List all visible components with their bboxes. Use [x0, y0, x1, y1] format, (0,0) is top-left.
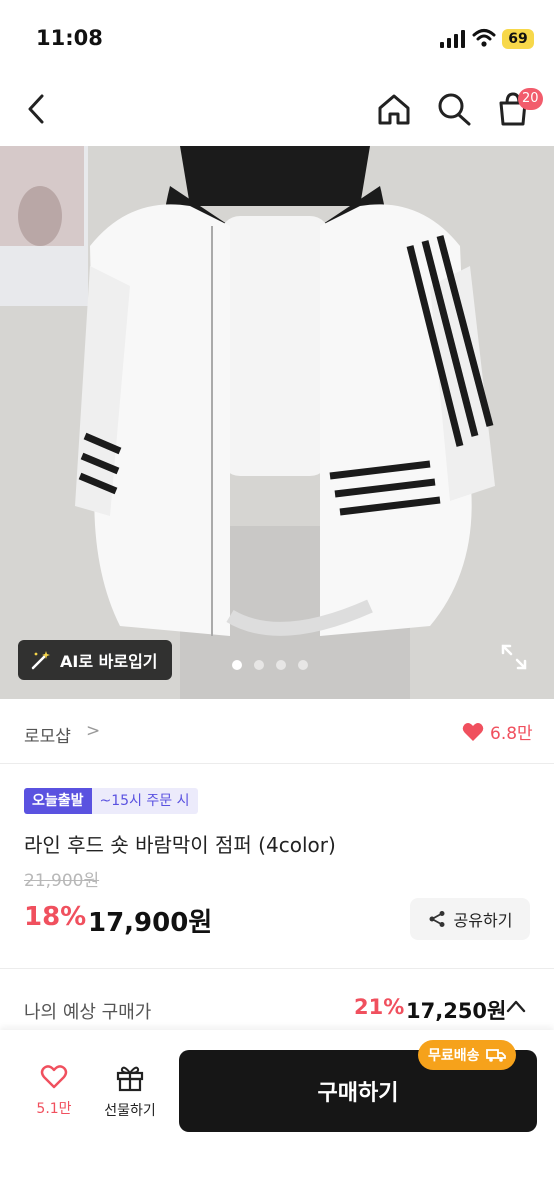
- badge-order-deadline: ~15시 주문 시: [91, 788, 198, 814]
- shop-name[interactable]: 로모샵: [24, 722, 71, 747]
- delivery-badges: 오늘출발 ~15시 주문 시: [24, 788, 198, 814]
- search-icon[interactable]: [436, 90, 472, 128]
- expected-price: 17,250원: [406, 999, 507, 1023]
- wifi-icon: [472, 29, 496, 47]
- cellular-signal-icon: [440, 30, 465, 48]
- heart-icon: [462, 722, 484, 741]
- battery-indicator: 69: [502, 29, 534, 49]
- badge-today-shipping: 오늘출발: [24, 788, 92, 814]
- ai-try-on-label: AI로 바로입기: [60, 652, 158, 671]
- expected-price-row[interactable]: 나의 예상 구매가 21% 17,250원: [0, 970, 554, 1030]
- back-arrow-icon[interactable]: [22, 90, 52, 128]
- truck-icon: [485, 1049, 506, 1062]
- status-bar: 11:08 69: [0, 0, 554, 72]
- free-shipping-badge: 무료배송: [418, 1040, 516, 1070]
- expand-icon[interactable]: [500, 643, 528, 671]
- original-price: 21,900원: [24, 871, 100, 891]
- chevron-right-icon: >: [86, 721, 101, 741]
- image-pagination: [232, 660, 308, 670]
- gift-label: 선물하기: [104, 1103, 156, 1119]
- buy-label: 구매하기: [317, 1081, 399, 1106]
- home-icon[interactable]: [376, 90, 412, 128]
- cart-count-badge: 20: [518, 88, 543, 110]
- share-button[interactable]: 공유하기: [410, 898, 530, 940]
- top-nav: [0, 72, 554, 146]
- heart-outline-icon: [40, 1065, 68, 1089]
- sale-price: 17,900원: [88, 908, 213, 938]
- product-image[interactable]: [0, 146, 554, 699]
- magic-wand-icon: [31, 651, 50, 670]
- like-button[interactable]: 5.1만: [26, 1064, 82, 1118]
- status-time: 11:08: [36, 26, 103, 50]
- ai-try-on-button[interactable]: AI로 바로입기: [18, 640, 172, 680]
- pagination-dot[interactable]: [232, 660, 242, 670]
- shop-like-count-text: 6.8만: [490, 724, 533, 744]
- discount-rate: 18%: [24, 902, 87, 932]
- shop-row[interactable]: 로모샵 > 6.8만: [0, 700, 554, 764]
- share-label: 공유하기: [453, 911, 513, 930]
- pagination-dot[interactable]: [254, 660, 264, 670]
- like-count: 5.1만: [36, 1101, 72, 1117]
- pagination-dot[interactable]: [298, 660, 308, 670]
- expected-price-label: 나의 예상 구매가: [24, 1002, 152, 1023]
- pagination-dot[interactable]: [276, 660, 286, 670]
- shop-like-count[interactable]: 6.8만: [462, 719, 533, 744]
- expected-discount-rate: 21%: [354, 995, 405, 1019]
- share-icon: [429, 911, 445, 927]
- gift-icon: [116, 1066, 144, 1092]
- section-divider: [0, 968, 554, 969]
- chevron-up-icon[interactable]: [506, 998, 526, 1014]
- gift-button[interactable]: 선물하기: [96, 1064, 164, 1120]
- product-title: 라인 후드 숏 바람막이 점퍼 (4color): [24, 833, 336, 857]
- product-photo: [0, 146, 554, 699]
- free-shipping-label: 무료배송: [428, 1048, 480, 1064]
